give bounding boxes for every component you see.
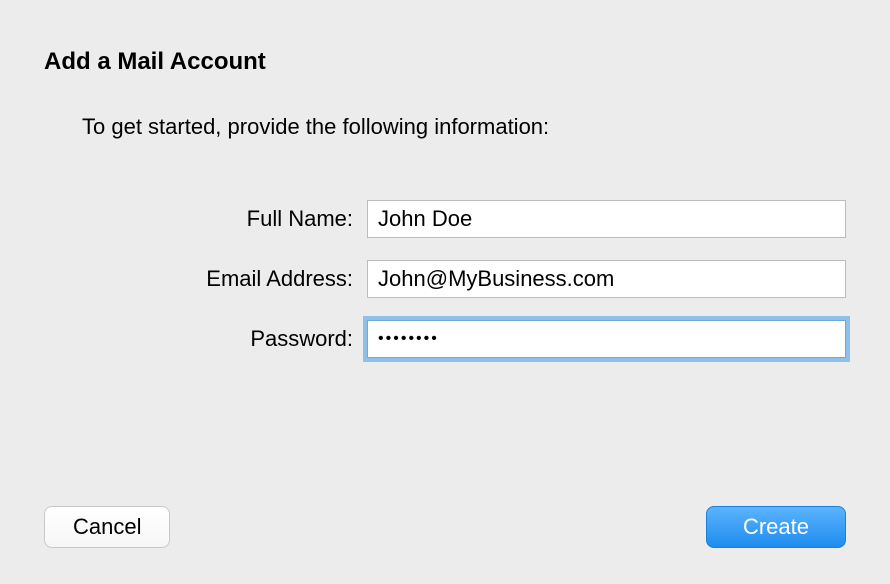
cancel-button[interactable]: Cancel [44, 506, 170, 548]
full-name-label: Full Name: [64, 206, 367, 232]
dialog-subtitle: To get started, provide the following in… [82, 114, 846, 140]
full-name-row: Full Name: [64, 200, 846, 238]
password-row: Password: [64, 320, 846, 358]
add-mail-account-dialog: Add a Mail Account To get started, provi… [0, 0, 890, 584]
email-label: Email Address: [64, 266, 367, 292]
email-row: Email Address: [64, 260, 846, 298]
password-input[interactable] [367, 320, 846, 358]
create-button[interactable]: Create [706, 506, 846, 548]
account-form: Full Name: Email Address: Password: [64, 200, 846, 358]
full-name-input[interactable] [367, 200, 846, 238]
dialog-title: Add a Mail Account [44, 48, 846, 76]
password-label: Password: [64, 326, 367, 352]
email-input[interactable] [367, 260, 846, 298]
button-row: Cancel Create [44, 506, 846, 548]
